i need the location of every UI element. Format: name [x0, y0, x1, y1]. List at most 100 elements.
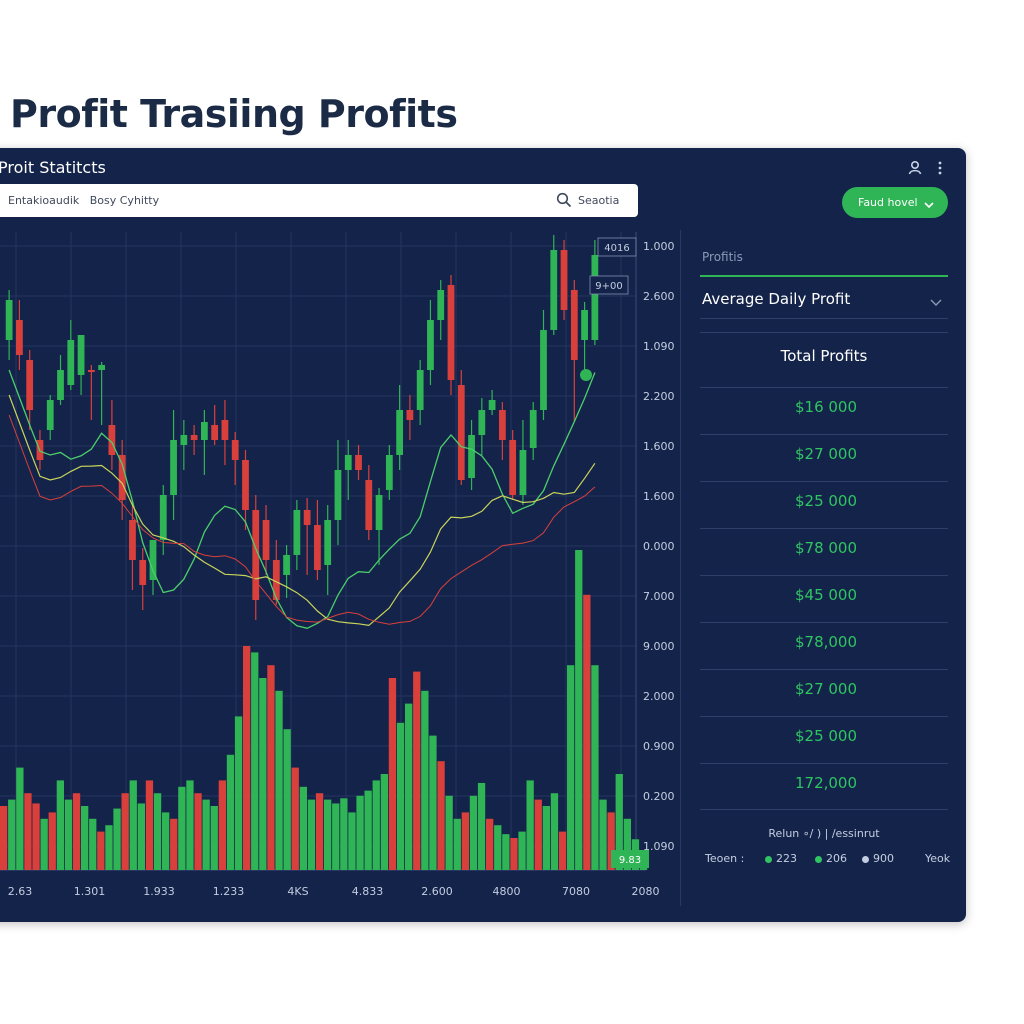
y-tick-label: 0.900: [643, 740, 675, 753]
right-pane-divider: [680, 230, 681, 906]
ma-line-mid: [8, 394, 596, 627]
metric-dropdown[interactable]: Average Daily Profit: [700, 280, 948, 318]
candle-body: [87, 370, 95, 372]
volume-bar: [32, 803, 40, 870]
candle-body: [437, 290, 445, 320]
y-tick-label: 1.090: [643, 340, 675, 353]
moving-averages: [8, 369, 596, 629]
x-tick-label: 7080: [562, 885, 590, 898]
volume-bar: [234, 716, 243, 870]
candle-body: [581, 310, 588, 340]
candle-body: [457, 385, 465, 480]
volume-bar: [453, 818, 461, 870]
volume-bar: [364, 790, 372, 870]
volume-bar: [137, 803, 145, 870]
y-tick-label: 2.600: [643, 290, 675, 303]
volume-bar: [477, 782, 486, 870]
y-tick-label: 0.000: [643, 540, 675, 553]
right-panel-label: Profitis: [702, 250, 743, 264]
candle-body: [468, 435, 475, 478]
y-tick-label: 0.200: [643, 790, 675, 803]
x-tick-label: 4KS: [287, 885, 308, 898]
volume-bar: [283, 729, 291, 870]
profit-value: 172,000: [794, 774, 858, 792]
action-button[interactable]: Faud hovel: [842, 187, 948, 218]
candle-body: [242, 460, 249, 510]
x-axis: 2.63 1.301 1.933 1.233 4KS 4.833 2.600 4800 7080…: [8, 885, 660, 898]
volume-bar: [372, 780, 380, 870]
candle-body: [396, 410, 404, 455]
divider: [700, 575, 948, 576]
volume-bar: [72, 793, 81, 870]
volume-bar: [445, 795, 453, 870]
volume-bar: [56, 780, 64, 870]
active-underline: [700, 275, 948, 277]
candle-body: [416, 370, 424, 410]
candle-body: [570, 290, 578, 360]
candle-body: [190, 435, 198, 440]
candle-body: [211, 425, 219, 440]
volume-bar: [469, 795, 478, 870]
x-tick-label: 2.63: [8, 885, 33, 898]
volume-bar: [48, 812, 56, 870]
volume-bar: [332, 803, 340, 870]
footer-title: Relun ∘∕ ) | ∕essinrut: [768, 827, 880, 840]
candle-body: [365, 480, 373, 530]
candle-body: [180, 435, 188, 445]
chart-grid: [0, 232, 646, 871]
volume-bar: [324, 799, 332, 870]
volume-bar: [275, 690, 283, 870]
price-badge-label: 4016: [604, 243, 629, 254]
volume-bar: [534, 799, 542, 870]
price-badge-label: 9+00: [595, 281, 622, 292]
candle-body: [200, 422, 208, 440]
candle-body: [447, 285, 455, 380]
candle-body: [488, 400, 496, 410]
volume-bar: [575, 550, 583, 870]
y-tick-label: 1.000: [643, 240, 675, 253]
candle-body: [324, 520, 332, 565]
volume-bar: [81, 806, 89, 870]
volume-bar: [178, 786, 186, 870]
candle-body: [560, 250, 568, 310]
volume-bar: [40, 818, 48, 870]
y-tick-label: 1.600: [643, 440, 675, 453]
candle-body: [519, 450, 527, 495]
chevron-down-icon: [924, 197, 934, 209]
x-tick-label: 2080: [632, 885, 660, 898]
chevron-down-icon: [930, 294, 942, 306]
candle-body: [129, 520, 136, 560]
volume-bar: [315, 793, 324, 870]
candle-body: [498, 410, 506, 440]
volume-bar: [251, 652, 259, 870]
y-tick-label: 9.000: [643, 640, 675, 653]
volume-bar: [599, 799, 607, 870]
x-tick-label: 4.833: [352, 885, 384, 898]
x-tick-label: 1.933: [143, 885, 175, 898]
volume-bar: [170, 818, 178, 870]
profit-value: $78 000: [794, 539, 858, 557]
x-tick-label: 1.301: [74, 885, 106, 898]
volume-bar: [0, 806, 8, 870]
action-button-label: Faud hovel: [858, 196, 918, 209]
volume-bar: [299, 786, 307, 870]
volume-bar: [8, 799, 16, 870]
divider: [700, 318, 948, 319]
candle-body: [591, 255, 599, 340]
candle-body: [5, 300, 13, 340]
candle-body: [262, 520, 270, 560]
candle-body: [57, 370, 64, 400]
volume-bar: [405, 703, 413, 870]
volume-bar: [567, 665, 575, 870]
divider: [700, 481, 948, 482]
volume-bar: [186, 780, 194, 870]
divider: [700, 387, 948, 388]
ma-line-fast: [8, 369, 596, 629]
user-icon[interactable]: [908, 160, 922, 176]
more-vertical-icon[interactable]: [933, 160, 947, 176]
volume-bar: [356, 795, 364, 870]
candle-body: [77, 335, 85, 375]
profit-value: $25 000: [794, 492, 858, 510]
price-badge-label: 9.83: [619, 855, 641, 866]
profit-value: $16 000: [794, 398, 858, 416]
